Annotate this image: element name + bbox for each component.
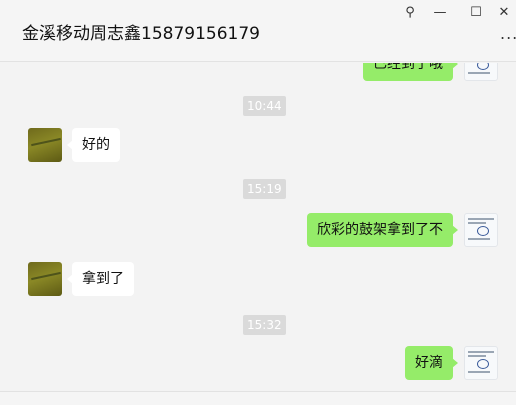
message-text: 已经到了哦: [373, 63, 443, 72]
my-avatar[interactable]: [464, 213, 498, 247]
my-avatar[interactable]: [464, 346, 498, 380]
message-bubble-sent[interactable]: 好滴: [405, 346, 458, 380]
message-bubble-sent[interactable]: 欣彩的鼓架拿到了不: [307, 213, 458, 247]
minimize-icon[interactable]: —: [430, 4, 450, 22]
chat-title: 金溪移动周志鑫15879156179: [22, 24, 260, 44]
message-bubble-sent[interactable]: 已经到了哦: [363, 63, 458, 81]
message-bubble-received[interactable]: 拿到了: [67, 262, 134, 296]
message-text: 好的: [82, 137, 110, 153]
message-bubble-received[interactable]: 好的: [67, 128, 120, 162]
timestamp: 15:19: [243, 179, 286, 199]
message-text: 欣彩的鼓架拿到了不: [317, 222, 443, 238]
chat-header: 金溪移动周志鑫15879156179 ⚲ — ☐ ✕ ...: [0, 0, 516, 62]
my-avatar[interactable]: [464, 63, 498, 81]
more-icon[interactable]: ...: [500, 24, 516, 43]
contact-avatar[interactable]: [28, 128, 62, 162]
input-area-divider: [0, 391, 516, 405]
message-text: 好滴: [415, 355, 443, 371]
timestamp: 10:44: [243, 96, 286, 116]
pin-icon[interactable]: ⚲: [400, 4, 420, 22]
message-text: 拿到了: [82, 271, 124, 287]
timestamp: 15:32: [243, 315, 286, 335]
maximize-icon[interactable]: ☐: [466, 4, 486, 22]
close-icon[interactable]: ✕: [494, 4, 514, 22]
message-list: 已经到了哦 10:44 好的 15:19 欣彩的鼓架拿到了不 拿到了 15:32…: [0, 63, 516, 391]
contact-avatar[interactable]: [28, 262, 62, 296]
